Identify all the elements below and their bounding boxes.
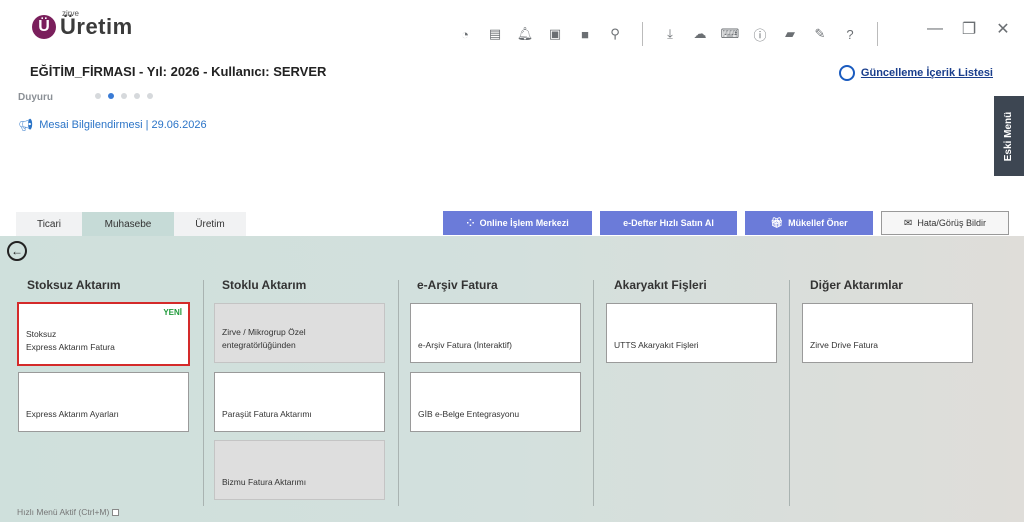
tab-muhasebe[interactable]: Muhasebe <box>82 212 174 236</box>
card-label: UTTS Akaryakıt Fişleri <box>614 340 699 350</box>
column-divider <box>398 280 399 506</box>
carousel-dot[interactable] <box>147 93 153 99</box>
location-pin-icon[interactable]: ⚲ <box>600 26 630 42</box>
section-earsiv: e-Arşiv Fatura <box>417 278 498 302</box>
quick-menu-label: Hızlı Menü Aktif (Ctrl+M) <box>17 507 110 517</box>
feedback-label: Hata/Görüş Bildir <box>917 218 986 228</box>
utts-fuel-card[interactable]: UTTS Akaryakıt Fişleri <box>606 303 777 363</box>
refresh-icon <box>838 65 855 81</box>
logo-mark-icon: Ü <box>32 15 56 39</box>
window-controls: — ❐ ✕ <box>918 18 1020 40</box>
express-transfer-settings-card[interactable]: Express Aktarım Ayarları <box>18 372 189 432</box>
announcement-text: Mesai Bilgilendirmesi | 29.06.2026 <box>39 119 207 131</box>
section-stoksuz: Stoksuz Aktarım <box>27 278 121 302</box>
announcement-link[interactable]: 📢︎ Mesai Bilgilendirmesi | 29.06.2026 <box>18 118 207 132</box>
zirve-mikrogrup-card[interactable]: Zirve / Mikrogrup Özel entegratörlüğünde… <box>214 303 385 363</box>
info-icon[interactable]: ⓘ <box>745 26 775 43</box>
download-icon[interactable]: ⤓ <box>655 26 685 42</box>
zirve-drive-card[interactable]: Zirve Drive Fatura <box>802 303 973 363</box>
carousel-dot[interactable] <box>121 93 127 99</box>
megaphone-icon: 📢︎ <box>18 118 34 132</box>
edefter-button[interactable]: e-Defter Hızlı Satın Al <box>600 211 737 235</box>
feedback-icon: ✉ <box>904 217 913 229</box>
toolbar-divider <box>642 22 643 46</box>
toolbar-divider <box>877 22 878 46</box>
new-badge: YENİ <box>163 308 182 317</box>
app-logo: Ü zirve Üretim <box>32 9 133 40</box>
express-transfer-invoice-card[interactable]: YENİ Stoksuz Express Aktarım Fatura <box>17 302 190 366</box>
section-stoklu: Stoklu Aktarım <box>222 278 306 302</box>
announcement-label: Duyuru <box>18 92 53 103</box>
section-akaryakit: Akaryakıt Fişleri <box>614 278 707 302</box>
online-center-label: Online İşlem Merkezi <box>479 218 569 228</box>
cloud-upload-icon[interactable]: ☁ <box>685 26 715 42</box>
section-title: Akaryakıt Fişleri <box>614 278 707 292</box>
recommend-taxpayer-button[interactable]: 🎁︎ Mükellef Öner <box>745 211 873 235</box>
main-panel: ← Stoksuz Aktarım YENİ Stoksuz Express A… <box>0 236 1024 522</box>
recommend-taxpayer-label: Mükellef Öner <box>788 218 848 228</box>
card-label: e-Arşiv Fatura (İnteraktif) <box>418 340 512 350</box>
carousel-dot[interactable] <box>95 93 101 99</box>
card-label: Zirve / Mikrogrup Özel entegratörlüğünde… <box>222 326 378 352</box>
update-list-label: Güncelleme İçerik Listesi <box>860 67 993 79</box>
card-label: Zirve Drive Fatura <box>810 340 879 350</box>
money-icon[interactable]: ▣ <box>540 26 570 42</box>
parasut-invoice-card[interactable]: Paraşüt Fatura Aktarımı <box>214 372 385 432</box>
grid-icon: ⁘ <box>466 217 475 229</box>
update-list-link[interactable]: Güncelleme İçerik Listesi <box>838 65 993 81</box>
card-label: Bizmu Fatura Aktarımı <box>222 477 307 487</box>
carousel-dots <box>95 93 153 99</box>
save-icon[interactable]: ■ <box>570 26 600 42</box>
card-label-line: Stoksuz <box>26 329 57 339</box>
company-line: EĞİTİM_FİRMASI - Yıl: 2026 - Kullanıcı: … <box>30 64 327 79</box>
card-label-line: Express Aktarım Fatura <box>26 342 115 352</box>
logo-text: zirve Üretim <box>60 9 133 40</box>
logo-small-text: zirve <box>62 9 79 18</box>
carousel-dot[interactable] <box>134 93 140 99</box>
gift-icon: 🎁︎ <box>770 217 784 229</box>
back-arrow-icon[interactable]: ← <box>7 241 27 261</box>
old-menu-label: Eski Menü <box>1003 111 1015 161</box>
earsiv-interactive-card[interactable]: e-Arşiv Fatura (İnteraktif) <box>410 303 581 363</box>
card-label: Stoksuz Express Aktarım Fatura <box>26 328 182 354</box>
quick-menu-checkbox[interactable] <box>112 508 120 516</box>
card-label-line: entegratörlüğünden <box>222 340 296 350</box>
keyboard-icon[interactable]: ⌨ <box>715 26 745 42</box>
restore-icon[interactable]: ❐ <box>952 18 986 40</box>
carousel-dot-active[interactable] <box>108 93 114 99</box>
pie-chart-icon[interactable]: ◔ <box>450 26 480 42</box>
section-diger: Diğer Aktarımlar <box>810 278 903 302</box>
help-icon[interactable]: ? <box>835 26 865 42</box>
column-divider <box>789 280 790 506</box>
bell-icon[interactable]: 🔔︎ <box>510 26 540 42</box>
toolbar: ◔ ▤ 🔔︎ ▣ ■ ⚲ ⤓ ☁ ⌨ ⓘ ▰ ✎ ? <box>450 22 890 46</box>
column-divider <box>593 280 594 506</box>
online-center-button[interactable]: ⁘ Online İşlem Merkezi <box>443 211 592 235</box>
column-divider <box>203 280 204 506</box>
section-title: Stoksuz Aktarım <box>27 278 121 292</box>
section-title: Stoklu Aktarım <box>222 278 307 292</box>
chat-icon[interactable]: ▰ <box>775 26 805 42</box>
tab-uretim[interactable]: Üretim <box>174 212 246 236</box>
gib-ebelge-card[interactable]: GİB e-Belge Entegrasyonu <box>410 372 581 432</box>
card-label: Paraşüt Fatura Aktarımı <box>222 409 312 419</box>
section-title: e-Arşiv Fatura <box>417 278 498 292</box>
quick-menu-toggle[interactable]: Hızlı Menü Aktif (Ctrl+M) <box>17 507 120 517</box>
card-label-line: Zirve / Mikrogrup Özel <box>222 327 306 337</box>
module-tabs: Ticari Muhasebe Üretim <box>16 212 246 236</box>
card-label: Express Aktarım Ayarları <box>26 409 119 419</box>
section-title: Diğer Aktarımlar <box>810 278 903 292</box>
edit-icon[interactable]: ✎ <box>805 26 835 42</box>
bizmu-invoice-card[interactable]: Bizmu Fatura Aktarımı <box>214 440 385 500</box>
minimize-icon[interactable]: — <box>918 18 952 40</box>
tab-ticari[interactable]: Ticari <box>16 212 82 236</box>
panel-icon[interactable]: ▤ <box>480 26 510 42</box>
edefter-label: e-Defter Hızlı Satın Al <box>623 218 714 228</box>
close-icon[interactable]: ✕ <box>986 18 1020 40</box>
feedback-button[interactable]: ✉ Hata/Görüş Bildir <box>881 211 1009 235</box>
card-label: GİB e-Belge Entegrasyonu <box>418 409 520 419</box>
old-menu-button[interactable]: Eski Menü <box>994 96 1024 176</box>
